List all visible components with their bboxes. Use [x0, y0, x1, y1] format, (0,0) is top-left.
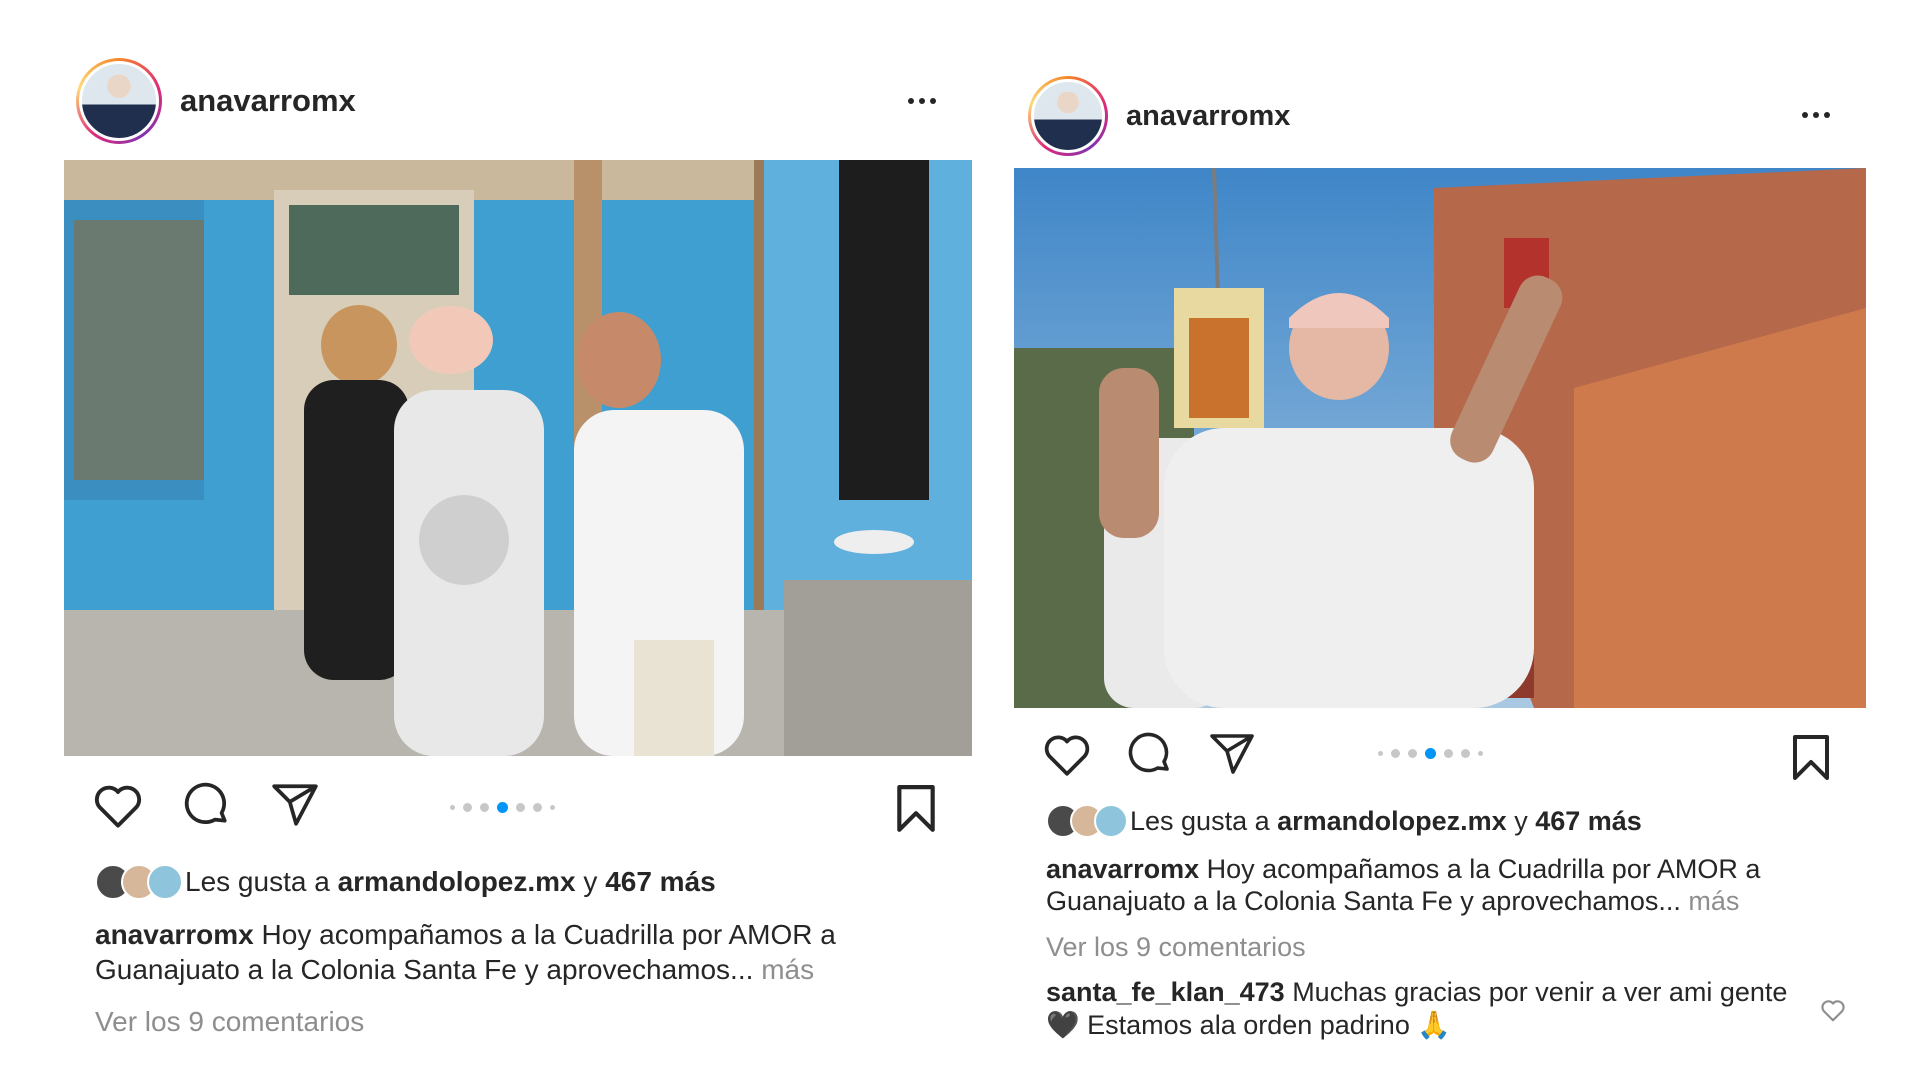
likes-count[interactable]: 467 más — [605, 866, 716, 898]
post-photo[interactable] — [64, 160, 972, 756]
post-photo[interactable] — [1014, 168, 1866, 708]
carousel-dot — [1444, 749, 1453, 758]
liker-avatar — [147, 864, 183, 900]
photo-street-scene — [64, 160, 972, 756]
carousel-dot — [1391, 749, 1400, 758]
heart-icon[interactable] — [1042, 731, 1092, 777]
view-comments-link[interactable]: Ver los 9 comentarios — [95, 1006, 364, 1038]
liker-avatar — [1094, 804, 1128, 838]
view-comments-link[interactable]: Ver los 9 comentarios — [1046, 932, 1306, 963]
bookmark-icon[interactable] — [894, 784, 938, 834]
caption-more-link[interactable]: más — [761, 954, 814, 985]
caption-more-link[interactable]: más — [1688, 886, 1739, 916]
more-options-icon[interactable] — [908, 98, 936, 104]
comment-like-heart-icon[interactable] — [1820, 998, 1846, 1022]
carousel-dot — [480, 803, 489, 812]
carousel-dot — [463, 803, 472, 812]
caption-username[interactable]: anavarromx — [1046, 854, 1199, 884]
carousel-indicator — [1378, 748, 1483, 759]
post-caption: anavarromx Hoy acompañamos a la Cuadrill… — [95, 917, 975, 987]
post-header: anavarromx — [76, 58, 356, 144]
carousel-dot — [450, 805, 455, 810]
likes-prefix: Les gusta a — [185, 866, 330, 897]
more-options-icon[interactable] — [1802, 112, 1830, 118]
profile-avatar[interactable] — [76, 58, 162, 144]
share-icon[interactable] — [1208, 730, 1256, 778]
carousel-dot — [1408, 749, 1417, 758]
black-heart-emoji: 🖤 — [1046, 1010, 1080, 1040]
post-caption: anavarromx Hoy acompañamos a la Cuadrill… — [1046, 853, 1846, 917]
likes-summary[interactable]: Les gusta a armandolopez.mx y 467 más — [95, 864, 716, 900]
caption-username[interactable]: anavarromx — [95, 919, 254, 950]
heart-icon[interactable] — [92, 781, 144, 829]
comment-icon[interactable] — [182, 780, 232, 830]
liker-avatars — [1046, 804, 1128, 838]
likes-count[interactable]: 467 más — [1535, 806, 1642, 837]
profile-avatar[interactable] — [1028, 76, 1108, 156]
carousel-dot — [1478, 751, 1483, 756]
carousel-indicator — [450, 802, 555, 813]
likes-joiner: y — [583, 866, 598, 897]
comment-item: santa_fe_klan_473 Muchas gracias por ven… — [1046, 976, 1826, 1042]
carousel-dot — [497, 802, 508, 813]
post-header: anavarromx — [1028, 76, 1290, 156]
username-label[interactable]: anavarromx — [1126, 100, 1290, 133]
carousel-dot — [1378, 751, 1383, 756]
photo-street-scene — [1014, 168, 1866, 708]
bookmark-icon[interactable] — [1790, 734, 1832, 782]
comment-username[interactable]: santa_fe_klan_473 — [1046, 977, 1285, 1007]
likes-summary[interactable]: Les gusta a armandolopez.mx y 467 más — [1046, 804, 1642, 838]
carousel-dot — [533, 803, 542, 812]
liker-username[interactable]: armandolopez.mx — [338, 866, 576, 898]
username-label[interactable]: anavarromx — [180, 83, 356, 119]
instagram-post-left: anavarromx Les gusta a armandolopez.mx y… — [0, 0, 1000, 1080]
carousel-dot — [550, 805, 555, 810]
action-bar — [92, 780, 320, 830]
comment-icon[interactable] — [1126, 730, 1174, 778]
liker-avatars — [95, 864, 183, 900]
carousel-dot — [1425, 748, 1436, 759]
liker-username[interactable]: armandolopez.mx — [1277, 806, 1507, 837]
likes-prefix: Les gusta a — [1130, 805, 1270, 836]
likes-joiner: y — [1514, 805, 1528, 836]
comment-text: Muchas gracias por venir a ver ami gente — [1292, 977, 1788, 1007]
carousel-dot — [1461, 749, 1470, 758]
instagram-post-right: anavarromx Les gusta a armandolopez.mx y… — [1000, 0, 1920, 1080]
carousel-dot — [516, 803, 525, 812]
share-icon[interactable] — [270, 780, 320, 830]
comment-text-2: Estamos ala orden padrino — [1087, 1010, 1410, 1040]
action-bar — [1042, 730, 1256, 778]
pray-emoji: 🙏 — [1417, 1010, 1451, 1040]
